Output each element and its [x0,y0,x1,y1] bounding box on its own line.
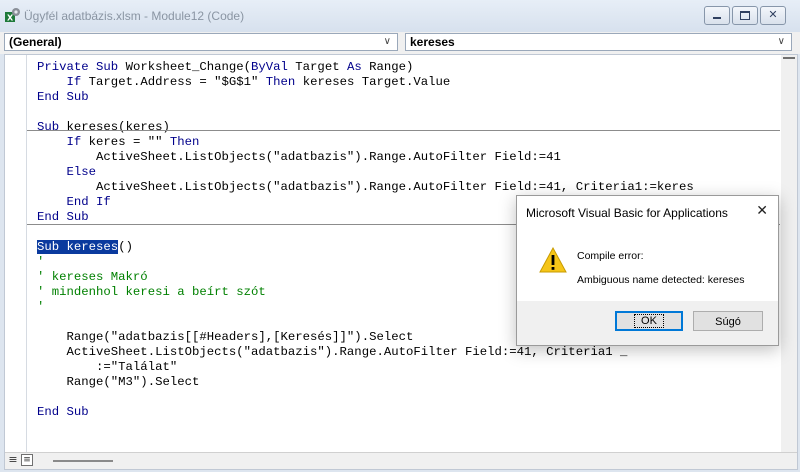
code-line[interactable]: End Sub [37,405,694,420]
code-token: () [118,240,133,254]
close-button[interactable] [760,6,786,25]
code-line[interactable]: Private Sub Worksheet_Change(ByVal Targe… [37,60,694,75]
code-token: Then [265,75,303,89]
dialog-footer: OK Súgó [517,301,778,345]
code-line[interactable]: Else [37,165,694,180]
maximize-button[interactable] [732,6,758,25]
code-line[interactable]: If Target.Address = "$G$1" Then kereses … [37,75,694,90]
close-icon[interactable]: ✕ [756,202,768,219]
code-token: End Sub [37,405,89,419]
code-token: ' [37,300,45,314]
window-controls [704,6,786,25]
code-dropdown-bar: (General) ∨ kereses ∨ [0,32,800,54]
code-token: End If [66,195,111,209]
code-token: Private Sub [37,60,126,74]
full-module-view-icon[interactable]: ≡ [21,454,33,466]
code-line[interactable]: End Sub [37,90,694,105]
compile-error-dialog: Microsoft Visual Basic for Applications … [516,195,779,346]
code-token: If [66,135,89,149]
code-token: As [346,60,370,74]
code-token: Target [295,60,347,74]
code-line[interactable]: :="Találat" [37,360,694,375]
chevron-down-icon: ∨ [383,36,391,47]
object-dropdown-value: (General) [9,35,62,49]
code-token: If [66,75,89,89]
excel-vba-icon: X [5,8,20,23]
code-line[interactable] [37,105,694,120]
ok-button-label: OK [634,314,664,328]
code-line[interactable] [37,390,694,405]
code-token: Worksheet_Change( [125,60,252,74]
code-token: Range) [369,60,414,74]
code-line[interactable]: ActiveSheet.ListObjects("adatbazis").Ran… [37,180,694,195]
code-token: Target.Address = "$G$1" [88,75,266,89]
window-title: Ügyfél adatbázis.xlsm - Module12 (Code) [24,9,245,23]
code-token: :="Találat" [37,360,178,374]
code-token: ActiveSheet.ListObjects("adatbazis").Ran… [37,150,561,164]
code-token: ' kereses Makró [37,270,148,284]
code-line[interactable]: If keres = "" Then [37,135,694,150]
minimize-button[interactable] [704,6,730,25]
warning-icon [539,247,567,273]
object-dropdown[interactable]: (General) ∨ [4,33,398,51]
code-token: ActiveSheet.ListObjects("adatbazis").Ran… [37,345,628,359]
code-line[interactable]: Sub kereses(keres) [37,120,694,135]
code-token: ActiveSheet.ListObjects("adatbazis").Ran… [37,180,694,194]
procedure-dropdown[interactable]: kereses ∨ [405,33,792,51]
code-token: End Sub [37,210,89,224]
vertical-scrollbar[interactable] [781,55,797,453]
code-token: kereses(keres) [66,120,170,134]
split-bar[interactable] [783,57,795,59]
code-token: Range("M3").Select [37,375,200,389]
chevron-down-icon: ∨ [777,36,785,47]
code-token: keres = "" [88,135,170,149]
title-bar: X Ügyfél adatbázis.xlsm - Module12 (Code… [0,0,800,32]
horizontal-scrollbar[interactable] [53,460,113,462]
code-token: ' mindenhol keresi a beírt szót [37,285,266,299]
procedure-view-icon[interactable]: ≡ [7,454,19,466]
code-line[interactable]: Range("M3").Select [37,375,694,390]
procedure-dropdown-value: kereses [410,35,455,49]
code-token: Range("adatbazis[[#Headers],[Keresés]]")… [37,330,414,344]
ok-button[interactable]: OK [615,311,683,331]
code-token: ByVal [251,60,296,74]
code-token: Sub [37,120,67,134]
dialog-heading: Compile error: [577,250,644,262]
code-line[interactable]: ActiveSheet.ListObjects("adatbazis").Ran… [37,150,694,165]
help-button[interactable]: Súgó [693,311,763,331]
code-token: ' [37,255,45,269]
code-token: kereses Target.Value [302,75,451,89]
code-token: End Sub [37,90,89,104]
dialog-title: Microsoft Visual Basic for Applications [526,206,728,220]
margin-indicator-bar[interactable] [5,55,27,453]
procedure-separator [27,130,780,131]
code-line[interactable]: ActiveSheet.ListObjects("adatbazis").Ran… [37,345,694,360]
code-token: Else [66,165,97,179]
bottom-bar: ≡ ≡ [5,452,797,469]
code-token: Then [169,135,200,149]
dialog-message: Ambiguous name detected: kereses [577,274,745,286]
selected-code-token: Sub kereses [37,240,119,254]
svg-text:X: X [7,14,14,23]
